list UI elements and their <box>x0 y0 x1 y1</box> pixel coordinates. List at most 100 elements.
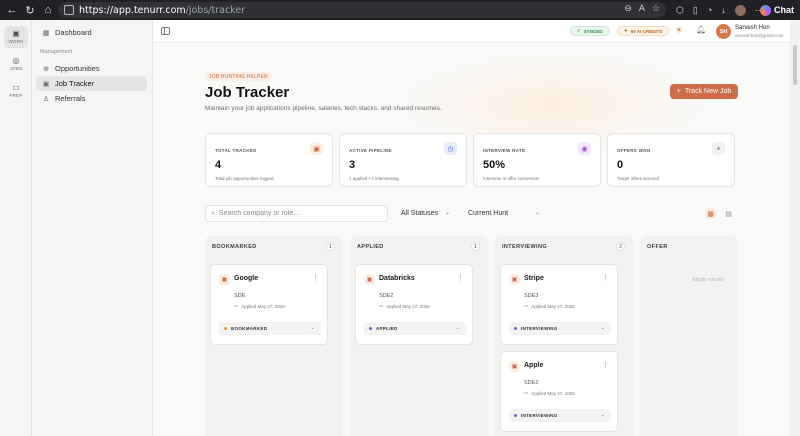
rail-item-prep[interactable]: ▭ PREP <box>4 80 28 102</box>
reload-icon[interactable]: ↻ <box>21 0 39 20</box>
briefcase-icon: ▣ <box>509 361 520 372</box>
empty-column-note: Empty column <box>692 277 724 283</box>
grid-icon: ▦ <box>42 29 50 37</box>
kanban-column-interviewing: INTERVIEWING 2 ▣ Stripe ⋮ SDE3 ▭ Applied M… <box>495 236 633 436</box>
copilot-icon <box>760 4 771 16</box>
more-options-icon[interactable]: ⋮ <box>602 274 609 282</box>
lens-icon[interactable]: ⊖ <box>624 3 632 14</box>
rail-label: PREP <box>9 93 23 98</box>
synced-badge: ✓ SYNCED <box>570 26 610 36</box>
bookmark-star-icon[interactable]: ☆ <box>652 3 660 14</box>
site-settings-icon[interactable] <box>64 5 74 15</box>
address-bar[interactable]: https://app.tenurr.com/jobs/tracker ⊖ A … <box>58 2 666 18</box>
job-role: SDE2 <box>379 293 394 299</box>
chevron-down-icon: ⌄ <box>444 210 450 216</box>
ai-credits-badge[interactable]: ✦ 60 AI CREDITS <box>617 26 670 36</box>
split-screen-icon[interactable]: ▯ <box>693 5 698 16</box>
job-role: SDE3 <box>524 293 539 299</box>
job-card[interactable]: ▣ Apple ⋮ SDE2 ▭ Applied May 27, 2026 INT… <box>500 351 618 432</box>
read-aloud-icon[interactable]: A <box>639 3 645 14</box>
monitor-icon: ▭ <box>12 83 20 92</box>
back-icon[interactable]: ← <box>3 0 21 20</box>
board-view-icon[interactable]: ▦ <box>705 208 716 219</box>
compass-icon: ⊕ <box>43 65 49 73</box>
sidebar-item-label: Job Tracker <box>55 79 95 88</box>
job-company: Databricks <box>379 275 415 282</box>
scrollbar[interactable] <box>790 20 800 436</box>
job-date-text: Applied May 27, 2026 <box>386 303 430 309</box>
url-path: /jobs/tracker <box>185 4 246 16</box>
sidebar-item-job-tracker[interactable]: ▣ Job Tracker <box>36 76 147 91</box>
page-subtitle: Maintain your job applications pipeline,… <box>205 105 442 112</box>
browser-toolbar: ← ↻ ⌂ https://app.tenurr.com/jobs/tracke… <box>0 0 800 20</box>
job-applied-date: ▭ Applied May 27, 2026 <box>524 303 575 309</box>
column-title: BOOKMARKED <box>212 244 257 250</box>
search-field[interactable]: ⌕ <box>205 205 388 222</box>
clock-icon: ◷ <box>444 142 457 155</box>
bell-icon[interactable]: 🔔︎ <box>696 25 706 34</box>
more-options-icon[interactable]: ⋮ <box>602 361 609 369</box>
sidebar-item-opportunities[interactable]: ⊕ Opportunities <box>36 61 147 76</box>
copilot-chat-button[interactable]: Chat <box>760 3 794 17</box>
home-icon[interactable]: ⌂ <box>39 0 57 20</box>
user-email: sarveshhon@gmail.com <box>735 33 784 38</box>
rail-item-work[interactable]: ▣ WORK <box>4 26 28 48</box>
download-icon[interactable]: ↓ <box>721 5 726 15</box>
toggle-sidebar-icon[interactable] <box>161 27 170 35</box>
user-avatar[interactable]: SH <box>716 24 731 39</box>
briefcase-icon: ▣ <box>509 274 520 285</box>
stat-subtext: Target offers secured <box>617 176 660 181</box>
plus-icon: + <box>676 88 681 95</box>
status-dot <box>369 327 372 330</box>
rail-label: WORK <box>8 39 24 44</box>
more-options-icon[interactable]: ⋮ <box>457 274 464 282</box>
stat-value: 50% <box>483 159 506 171</box>
status-dropdown[interactable]: BOOKMARKED ⌄ <box>219 322 321 335</box>
briefcase-icon: ▣ <box>364 274 375 285</box>
status-filter-select[interactable]: All Statuses ⌄ <box>395 205 455 222</box>
sidebar-item-referrals[interactable]: ♙ Referrals <box>36 91 147 106</box>
rail-item-jobs[interactable]: ◎ JOBS <box>4 53 28 75</box>
job-card[interactable]: ▣ Stripe ⋮ SDE3 ▭ Applied May 27, 2026 IN… <box>500 264 618 345</box>
stat-subtext: Total job opportunities logged <box>215 176 274 181</box>
status-dropdown[interactable]: INTERVIEWING ⌄ <box>509 322 611 335</box>
chat-label: Chat <box>774 5 794 15</box>
job-card[interactable]: ▣ Google ⋮ SDE ▭ Applied May 27, 2026 BOO… <box>210 264 328 345</box>
history-icon[interactable]: ◔ <box>707 5 712 15</box>
status-dropdown[interactable]: APPLIED ⌄ <box>364 322 466 335</box>
extension-icon[interactable]: ⬡ <box>676 5 684 16</box>
profile-avatar[interactable] <box>734 4 746 16</box>
list-view-icon[interactable]: ▤ <box>723 208 734 219</box>
sidebar-section-title: Management <box>40 49 73 55</box>
target-icon: ◉ <box>578 142 591 155</box>
track-new-job-button[interactable]: + Track New Job <box>670 84 738 99</box>
top-bar: ✓ SYNCED ✦ 60 AI CREDITS ☀ 🔔︎ SH Sarvesh H… <box>153 20 790 43</box>
more-options-icon[interactable]: ⋮ <box>312 274 319 282</box>
rail-label: JOBS <box>9 66 23 71</box>
job-card[interactable]: ▣ Databricks ⋮ SDE2 ▭ Applied May 27, 202… <box>355 264 473 345</box>
calendar-icon: ▭ <box>524 303 529 308</box>
calendar-icon: ▭ <box>234 303 239 308</box>
status-dropdown[interactable]: INTERVIEWING ⌄ <box>509 409 611 422</box>
theme-toggle-icon[interactable]: ☀ <box>675 25 683 36</box>
sidebar: ▦ Dashboard Management ⊕ Opportunities ▣… <box>32 20 153 436</box>
job-applied-date: ▭ Applied May 27, 2026 <box>379 303 430 309</box>
eyebrow-badge: JOB HUNTING HELPER <box>205 72 272 81</box>
stat-value: 4 <box>215 159 222 171</box>
main-content: ✓ SYNCED ✦ 60 AI CREDITS ☀ 🔔︎ SH Sarvesh H… <box>153 20 800 436</box>
job-company: Google <box>234 275 259 282</box>
stat-label: ACTIVE PIPELINE <box>349 148 392 153</box>
search-icon: ⌕ <box>211 209 215 217</box>
briefcase-icon: ▣ <box>42 80 50 88</box>
stat-card: OFFERS WON 0 Target offers secured ✦ <box>607 133 735 187</box>
stat-value: 0 <box>617 159 624 171</box>
hunt-filter-select[interactable]: Current Hunt ⌄ <box>462 205 548 222</box>
search-input[interactable] <box>218 210 379 217</box>
track-new-job-label: Track New Job <box>684 88 732 95</box>
status-label: BOOKMARKED <box>231 326 268 331</box>
chevron-down-icon: ⌄ <box>600 325 605 331</box>
job-applied-date: ▭ Applied May 27, 2026 <box>524 390 575 396</box>
job-role: SDE2 <box>524 380 539 386</box>
sidebar-item-dashboard[interactable]: ▦ Dashboard <box>36 25 147 40</box>
sparkle-icon: ✦ <box>624 28 628 33</box>
